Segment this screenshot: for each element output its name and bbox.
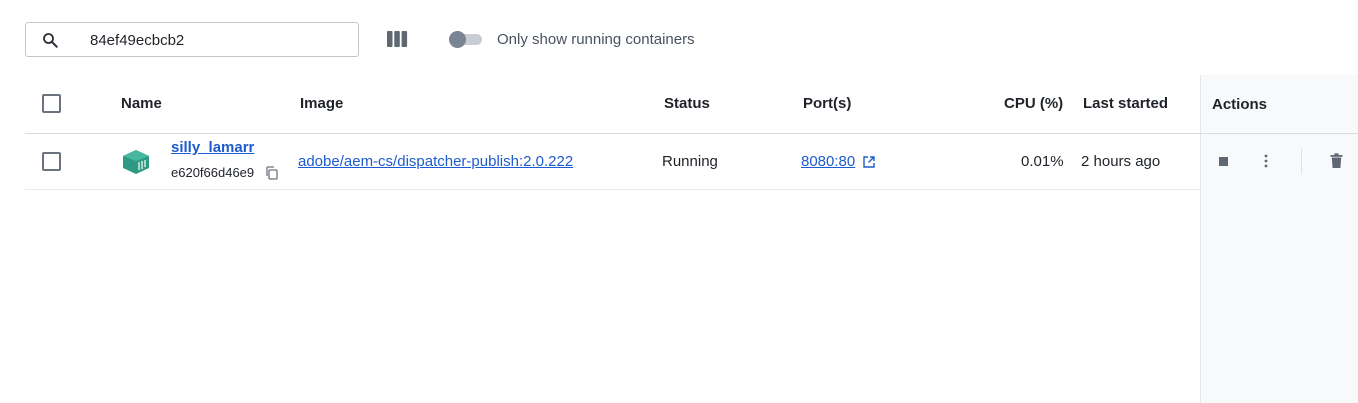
search-box[interactable] bbox=[25, 22, 359, 57]
column-header-image[interactable]: Image bbox=[300, 95, 343, 112]
toggle-knob bbox=[449, 31, 466, 48]
last-started-value: 2 hours ago bbox=[1081, 153, 1161, 170]
container-icon bbox=[123, 150, 149, 174]
running-only-label: Only show running containers bbox=[497, 31, 695, 48]
actions-divider bbox=[1301, 148, 1302, 174]
column-header-status[interactable]: Status bbox=[664, 95, 710, 112]
copy-icon[interactable] bbox=[265, 166, 279, 180]
cpu-value: 0.01% bbox=[1021, 153, 1064, 170]
row-divider bbox=[25, 189, 1200, 190]
header-divider bbox=[25, 133, 1358, 134]
column-header-name[interactable]: Name bbox=[121, 95, 162, 112]
select-all-checkbox[interactable] bbox=[42, 94, 61, 113]
actions-column bbox=[1200, 75, 1358, 403]
containers-view: Only show running containers Name Image … bbox=[0, 0, 1358, 403]
external-link-icon[interactable] bbox=[862, 155, 876, 169]
container-id: e620f66d46e9 bbox=[171, 165, 255, 180]
columns-icon[interactable] bbox=[386, 29, 408, 49]
search-input[interactable] bbox=[90, 29, 350, 51]
container-name-link[interactable]: silly_lamarr bbox=[171, 139, 254, 156]
stop-icon[interactable] bbox=[1218, 156, 1229, 167]
running-only-toggle[interactable] bbox=[449, 31, 482, 48]
column-header-ports[interactable]: Port(s) bbox=[803, 95, 851, 112]
search-icon bbox=[43, 33, 58, 48]
column-header-last-started[interactable]: Last started bbox=[1083, 95, 1168, 112]
image-link[interactable]: adobe/aem-cs/dispatcher-publish:2.0.222 bbox=[298, 153, 573, 170]
port-link[interactable]: 8080:80 bbox=[801, 153, 855, 170]
trash-icon[interactable] bbox=[1330, 153, 1343, 169]
row-checkbox[interactable] bbox=[42, 152, 61, 171]
column-header-cpu[interactable]: CPU (%) bbox=[1004, 95, 1063, 112]
column-header-actions: Actions bbox=[1212, 96, 1268, 113]
status-text: Running bbox=[662, 153, 718, 170]
more-vertical-icon[interactable] bbox=[1262, 153, 1270, 169]
